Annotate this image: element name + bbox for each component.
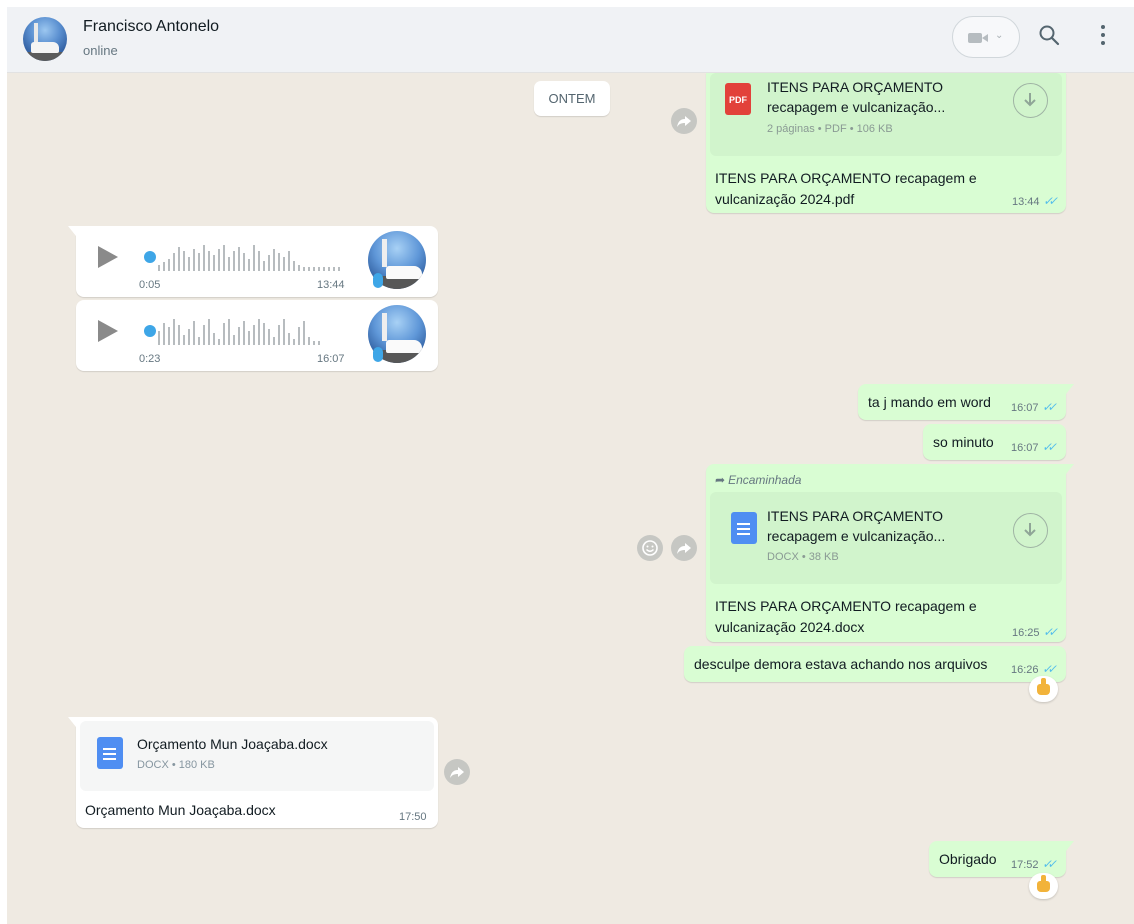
- message-time: 17:50: [399, 811, 427, 823]
- document-title: ITENS PARA ORÇAMENTO recapagem e vulcani…: [767, 77, 997, 117]
- menu-button[interactable]: [1099, 25, 1107, 47]
- message-text: desculpe demora estava achando nos arqui…: [694, 656, 988, 672]
- caption-line: vulcanização 2024.docx: [715, 619, 865, 635]
- read-ticks-icon: ✓✓: [1041, 857, 1055, 871]
- microphone-icon: [373, 273, 383, 288]
- contact-status: online: [83, 43, 118, 58]
- play-icon[interactable]: [98, 320, 118, 342]
- message-time: 13:44: [1012, 196, 1040, 208]
- message-time: 16:25: [1012, 627, 1040, 639]
- message-text: ta j mando em word: [868, 394, 991, 410]
- waveform[interactable]: [158, 317, 348, 345]
- message-time: 16:07: [317, 353, 345, 365]
- voice-duration: 0:05: [139, 279, 161, 291]
- chevron-down-icon: ⌄: [995, 30, 1004, 41]
- thumbs-up-reaction-icon[interactable]: [1029, 873, 1058, 899]
- download-icon: [1024, 93, 1036, 107]
- message-text: Obrigado: [939, 851, 997, 867]
- download-icon: [1024, 523, 1036, 537]
- forwarded-text: Encaminhada: [728, 473, 802, 487]
- message-time: 13:44: [317, 279, 345, 291]
- message-caption: ITENS PARA ORÇAMENTO recapagem e vulcani…: [715, 596, 1015, 638]
- caption-line: ITENS PARA ORÇAMENTO recapagem e: [715, 598, 977, 614]
- forwarded-icon: ➦: [715, 473, 726, 487]
- search-icon: [1039, 25, 1060, 46]
- menu-dot: [1101, 41, 1105, 45]
- message-time: 17:52: [1011, 859, 1039, 871]
- message-time: 16:07: [1011, 402, 1039, 414]
- play-icon[interactable]: [98, 246, 118, 268]
- document-meta: DOCX • 180 KB: [137, 759, 215, 771]
- message-time: 16:07: [1011, 442, 1039, 454]
- document-title-line: ITENS PARA ORÇAMENTO: [767, 508, 944, 524]
- playback-position-dot[interactable]: [144, 325, 156, 337]
- chat-header[interactable]: Francisco Antonelo online ⌄: [7, 7, 1134, 73]
- read-ticks-icon: ✓✓: [1041, 662, 1055, 676]
- menu-dot: [1101, 33, 1105, 37]
- message-caption: Orçamento Mun Joaçaba.docx: [85, 802, 276, 818]
- text-message[interactable]: so minuto 16:07 ✓✓: [923, 424, 1066, 460]
- document-meta: DOCX • 38 KB: [767, 551, 839, 563]
- pdf-document-message[interactable]: PDF ITENS PARA ORÇAMENTO recapagem e vul…: [706, 73, 1066, 213]
- forward-icon: [677, 116, 691, 127]
- document-card[interactable]: Orçamento Mun Joaçaba.docx DOCX • 180 KB: [80, 721, 434, 791]
- video-call-button[interactable]: ⌄: [952, 16, 1020, 58]
- word-file-icon: [97, 737, 123, 769]
- read-ticks-icon: ✓✓: [1041, 400, 1055, 414]
- document-title-line: ITENS PARA ORÇAMENTO: [767, 79, 944, 95]
- smiley-icon: [642, 540, 658, 556]
- read-ticks-icon: ✓✓: [1041, 440, 1055, 454]
- text-message[interactable]: ta j mando em word 16:07 ✓✓: [858, 384, 1074, 420]
- voice-message[interactable]: 0:23 16:07: [76, 300, 438, 371]
- read-ticks-icon: ✓✓: [1042, 194, 1056, 208]
- voice-message[interactable]: 0:05 13:44: [68, 226, 438, 297]
- forward-icon: [450, 767, 464, 778]
- date-divider: ONTEM: [534, 81, 610, 116]
- menu-dot: [1101, 25, 1105, 29]
- contact-avatar[interactable]: [23, 17, 67, 61]
- emoji-react-button[interactable]: [637, 535, 663, 561]
- chat-window: Francisco Antonelo online ⌄ ONTEM PDF IT: [7, 7, 1134, 924]
- message-caption: ITENS PARA ORÇAMENTO recapagem e vulcani…: [715, 168, 1015, 210]
- read-ticks-icon: ✓✓: [1042, 625, 1056, 639]
- forward-button[interactable]: [671, 108, 697, 134]
- download-button[interactable]: [1013, 513, 1048, 548]
- thumbs-up-reaction-icon[interactable]: [1029, 676, 1058, 702]
- message-text: so minuto: [933, 434, 994, 450]
- document-title: ITENS PARA ORÇAMENTO recapagem e vulcani…: [767, 506, 997, 546]
- caption-line: vulcanização 2024.pdf: [715, 191, 855, 207]
- waveform[interactable]: [158, 243, 348, 271]
- text-message[interactable]: desculpe demora estava achando nos arqui…: [684, 646, 1066, 682]
- document-card[interactable]: PDF ITENS PARA ORÇAMENTO recapagem e vul…: [710, 73, 1062, 156]
- document-message[interactable]: Orçamento Mun Joaçaba.docx DOCX • 180 KB…: [68, 717, 438, 828]
- caption-line: ITENS PARA ORÇAMENTO recapagem e: [715, 170, 977, 186]
- video-camera-icon: [968, 33, 982, 43]
- forward-button[interactable]: [444, 759, 470, 785]
- search-button[interactable]: [1037, 23, 1065, 51]
- contact-name[interactable]: Francisco Antonelo: [83, 18, 219, 36]
- playback-position-dot[interactable]: [144, 251, 156, 263]
- document-title-line: recapagem e vulcanização...: [767, 99, 946, 115]
- forwarded-document-message[interactable]: ➦ Encaminhada ITENS PARA ORÇAMENTO recapa…: [706, 464, 1074, 642]
- download-button[interactable]: [1013, 83, 1048, 118]
- word-file-icon: [731, 512, 757, 544]
- forwarded-label: ➦ Encaminhada: [715, 473, 801, 487]
- message-time: 16:26: [1011, 664, 1039, 676]
- forward-button[interactable]: [671, 535, 697, 561]
- pdf-file-icon: PDF: [725, 83, 751, 115]
- microphone-icon: [373, 347, 383, 362]
- text-message[interactable]: Obrigado 17:52 ✓✓: [929, 841, 1074, 877]
- forward-icon: [677, 543, 691, 554]
- document-meta: 2 páginas • PDF • 106 KB: [767, 123, 893, 135]
- document-title-line: recapagem e vulcanização...: [767, 528, 946, 544]
- document-title: Orçamento Mun Joaçaba.docx: [137, 736, 328, 752]
- voice-duration: 0:23: [139, 353, 161, 365]
- document-card[interactable]: ITENS PARA ORÇAMENTO recapagem e vulcani…: [710, 492, 1062, 584]
